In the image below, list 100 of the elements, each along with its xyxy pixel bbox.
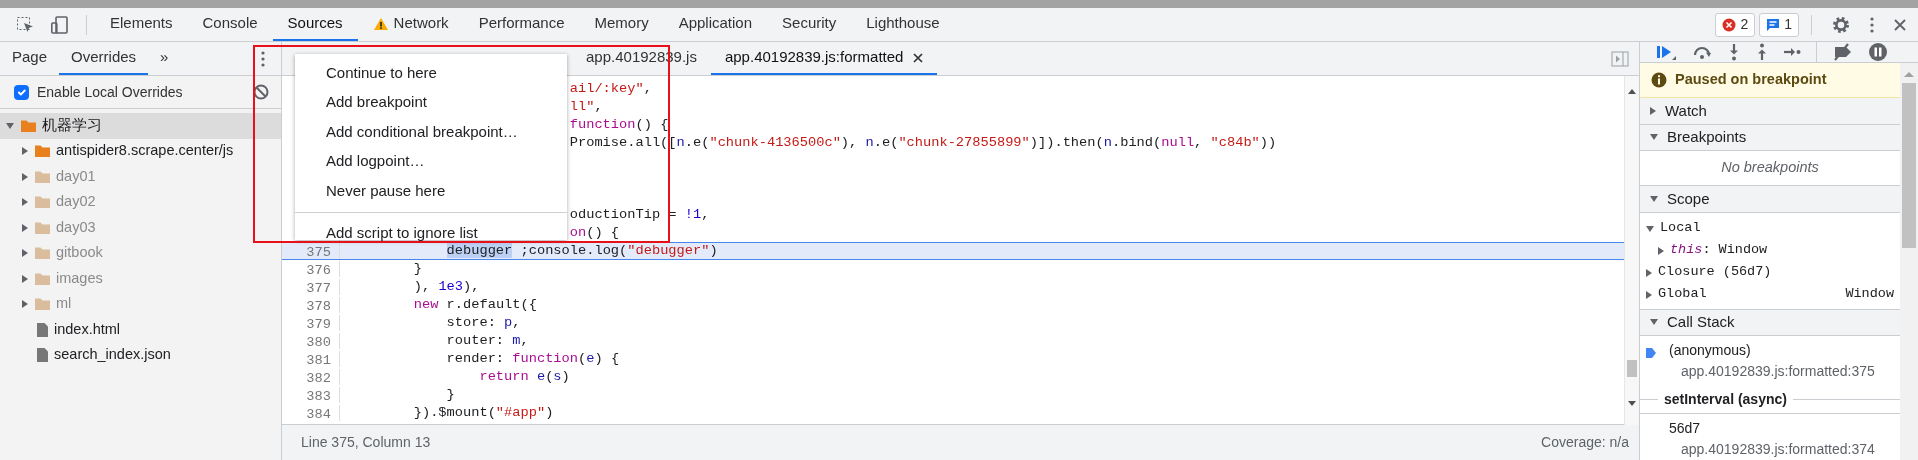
- panel-tab[interactable]: Elements: [95, 8, 188, 41]
- line-number: 383: [306, 389, 331, 404]
- line-number: 379: [306, 317, 331, 332]
- folder-name: day03: [56, 217, 96, 237]
- collapse-arrow-icon[interactable]: [1649, 105, 1657, 116]
- panel-tab[interactable]: Memory: [579, 8, 664, 41]
- scroll-down-icon[interactable]: [1628, 401, 1636, 407]
- deactivate-breakpoints-icon[interactable]: [1832, 43, 1854, 61]
- file-name: search_index.json: [54, 345, 171, 365]
- frame-location[interactable]: app.40192839.js:formatted:374: [1669, 439, 1875, 460]
- code-line: on() {: [568, 223, 620, 242]
- folder-name: day01: [56, 166, 96, 186]
- menu-item[interactable]: Add logpoint…: [295, 146, 567, 176]
- tree-row[interactable]: index.html: [0, 317, 281, 343]
- step-icon[interactable]: [1783, 45, 1801, 59]
- collapse-arrow-icon[interactable]: [21, 197, 29, 208]
- panel-tab[interactable]: Lighthouse: [851, 8, 955, 41]
- collapse-arrow-icon[interactable]: [21, 299, 29, 310]
- expand-arrow-icon[interactable]: [1649, 194, 1659, 203]
- collapse-arrow-icon[interactable]: [21, 146, 29, 157]
- settings-icon[interactable]: [1832, 15, 1850, 34]
- section-header[interactable]: Scope: [1640, 186, 1900, 213]
- code-line: return e(s): [478, 367, 570, 386]
- section-header[interactable]: Watch: [1640, 98, 1900, 125]
- close-icon[interactable]: [1894, 18, 1906, 31]
- file-tab[interactable]: app.40192839.js:formatted: [710, 42, 938, 75]
- message-count-button[interactable]: 1: [1759, 12, 1799, 37]
- panel-tab[interactable]: Application: [663, 8, 768, 41]
- panel-tab[interactable]: Console: [187, 8, 273, 41]
- scope-property[interactable]: this: Window: [1670, 240, 1768, 261]
- panel-tab[interactable]: Performance: [463, 8, 580, 41]
- scope-name[interactable]: Closure (56d7): [1658, 262, 1772, 283]
- folder-name: day02: [56, 192, 96, 212]
- scrollbar-thumb[interactable]: [1902, 83, 1916, 248]
- checkbox-label: Enable Local Overrides: [37, 82, 183, 102]
- close-icon[interactable]: [913, 52, 924, 63]
- clear-icon[interactable]: [253, 84, 269, 100]
- code-line: }: [412, 259, 422, 278]
- line-number: 381: [306, 353, 331, 368]
- navigator-tab[interactable]: Page: [0, 42, 60, 75]
- info-icon: [1651, 72, 1667, 88]
- function-name[interactable]: 56d7: [1669, 418, 1875, 439]
- folder-icon: [20, 118, 37, 133]
- scrollbar-thumb[interactable]: [1627, 360, 1637, 377]
- scrollbar-track[interactable]: [1624, 76, 1639, 425]
- collapse-arrow-icon[interactable]: [21, 248, 29, 259]
- section-header[interactable]: Breakpoints: [1640, 124, 1900, 151]
- more-tabs-button[interactable]: »: [148, 42, 181, 75]
- tree-row[interactable]: antispider8.scrape.center/js: [0, 138, 281, 164]
- menu-item[interactable]: Add breakpoint: [295, 87, 567, 117]
- collapse-arrow-icon[interactable]: [21, 171, 29, 182]
- enable-overrides-checkbox[interactable]: [14, 84, 29, 100]
- menu-item[interactable]: Continue to here: [295, 58, 567, 88]
- frame-location[interactable]: app.40192839.js:formatted:375: [1669, 361, 1875, 382]
- folder-icon: [34, 195, 51, 210]
- code-line: function() {: [568, 115, 669, 134]
- error-count-button[interactable]: 2: [1715, 12, 1756, 37]
- scrollbar-track[interactable]: [1900, 63, 1918, 460]
- step-over-icon[interactable]: [1691, 44, 1713, 60]
- pause-on-exceptions-icon[interactable]: [1868, 42, 1888, 62]
- scope-name[interactable]: Global: [1658, 284, 1707, 305]
- resume-icon[interactable]: [1655, 43, 1677, 61]
- expand-arrow-icon[interactable]: [1649, 133, 1659, 142]
- folder-name: gitbook: [56, 243, 103, 263]
- code-line: ll",: [568, 97, 603, 116]
- more-options-icon[interactable]: [1870, 16, 1874, 33]
- collapse-arrow-icon[interactable]: [1645, 289, 1653, 300]
- toggle-sidebar-icon[interactable]: [1611, 50, 1629, 67]
- more-options-icon[interactable]: [261, 50, 265, 67]
- panel-tab[interactable]: Security: [767, 8, 852, 41]
- menu-item[interactable]: Add conditional breakpoint…: [295, 117, 567, 147]
- line-number: 375: [306, 245, 331, 260]
- menu-item[interactable]: Never pause here: [295, 176, 567, 206]
- folder-icon: [34, 271, 51, 286]
- scroll-up-icon[interactable]: [1628, 88, 1636, 94]
- scope-name[interactable]: Local: [1660, 218, 1701, 239]
- warning-icon: [372, 16, 389, 31]
- panel-tab[interactable]: Network: [357, 8, 464, 41]
- navigator-tab[interactable]: Overrides: [59, 42, 149, 75]
- folder-name: ml: [56, 294, 72, 314]
- collapse-arrow-icon[interactable]: [1657, 245, 1665, 256]
- tree-row[interactable]: 机器学习: [0, 113, 281, 139]
- line-number: 377: [306, 281, 331, 296]
- step-out-icon[interactable]: [1755, 43, 1769, 61]
- collapse-arrow-icon[interactable]: [21, 273, 29, 284]
- expand-arrow-icon[interactable]: [1645, 224, 1655, 233]
- expand-arrow-icon[interactable]: [5, 121, 15, 130]
- cursor-position: Line 375, Column 13: [301, 433, 431, 452]
- function-name[interactable]: (anonymous): [1669, 340, 1875, 361]
- tree-row[interactable]: search_index.json: [0, 342, 281, 368]
- collapse-arrow-icon[interactable]: [1645, 267, 1653, 278]
- section-header[interactable]: Call Stack: [1640, 309, 1900, 336]
- folder-name: antispider8.scrape.center/js: [56, 141, 234, 161]
- line-number: 384: [306, 407, 331, 422]
- code-line: router: m,: [445, 331, 529, 350]
- code-line: }).$mount("#app"): [412, 403, 554, 422]
- scope-value: Window: [1845, 285, 1894, 304]
- expand-arrow-icon[interactable]: [1649, 318, 1659, 327]
- collapse-arrow-icon[interactable]: [21, 222, 29, 233]
- code-line: ), 1e3),: [412, 277, 480, 296]
